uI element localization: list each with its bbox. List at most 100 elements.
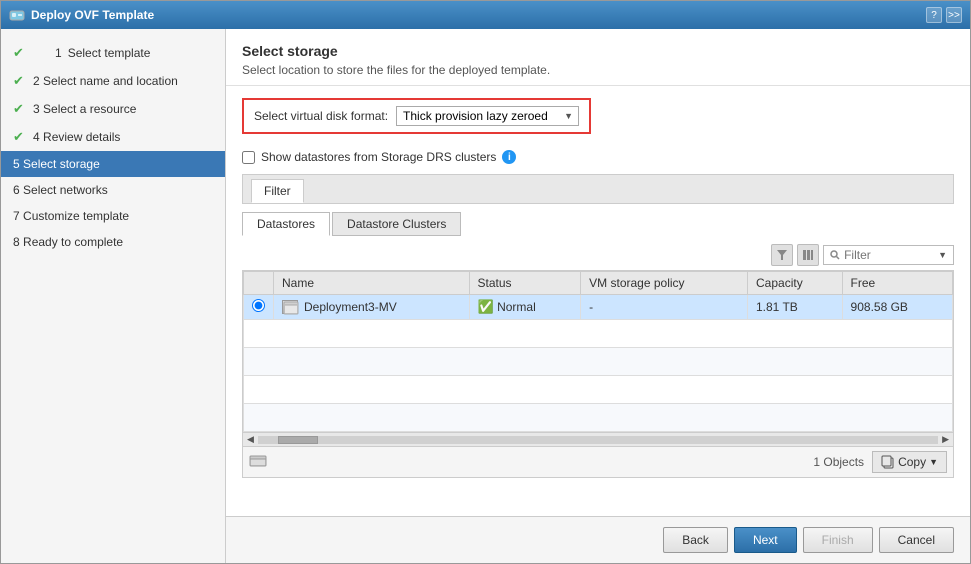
title-bar-controls: ? >>	[926, 7, 962, 23]
copy-btn-label: Copy	[898, 455, 926, 469]
funnel-icon	[776, 249, 788, 261]
disk-format-section: Select virtual disk format: Thin provisi…	[242, 98, 954, 142]
show-datastores-row: Show datastores from Storage DRS cluster…	[242, 150, 954, 164]
row-status-text: Normal	[497, 300, 536, 314]
row-radio-input[interactable]	[252, 299, 265, 312]
table-row-empty2	[244, 348, 953, 376]
main-body: Select virtual disk format: Thin provisi…	[226, 86, 970, 516]
next-button[interactable]: Next	[734, 527, 797, 553]
datastore-tabs: Datastores Datastore Clusters	[242, 212, 954, 236]
table-row[interactable]: Deployment3-MV ✅ Normal - 1.81 TB 908.58…	[244, 295, 953, 320]
search-icon	[830, 250, 840, 260]
sidebar-label-step4: 4 Review details	[33, 130, 120, 144]
scroll-track[interactable]	[258, 436, 938, 444]
filter-input[interactable]	[844, 248, 934, 262]
sidebar-item-step7[interactable]: 7 Customize template	[1, 203, 225, 229]
check-icon-step1: ✔	[13, 45, 27, 61]
disk-format-select-wrapper[interactable]: Thin provision Thick provision lazy zero…	[396, 106, 579, 126]
check-icon-step4: ✔	[13, 129, 27, 145]
col-name[interactable]: Name	[274, 272, 470, 295]
sidebar-item-step4[interactable]: ✔ 4 Review details	[1, 123, 225, 151]
sidebar: ✔ 1 Select template ✔ 2 Select name and …	[1, 29, 226, 563]
cancel-button[interactable]: Cancel	[879, 527, 954, 553]
ovf-icon	[9, 7, 25, 23]
sidebar-item-step8[interactable]: 8 Ready to complete	[1, 229, 225, 255]
window-title: Deploy OVF Template	[31, 8, 154, 22]
sidebar-label-step5: 5 Select storage	[13, 157, 100, 171]
footer-left	[249, 454, 267, 471]
row-capacity: 1.81 TB	[748, 295, 843, 320]
row-name-text: Deployment3-MV	[304, 300, 397, 314]
col-status[interactable]: Status	[469, 272, 581, 295]
disk-format-row: Select virtual disk format: Thin provisi…	[242, 98, 591, 134]
disk-format-select[interactable]: Thin provision Thick provision lazy zero…	[396, 106, 579, 126]
copy-button[interactable]: Copy ▼	[872, 451, 947, 473]
table-scroll-area[interactable]: Name Status VM storage policy Capacity F…	[242, 270, 954, 433]
show-datastores-checkbox[interactable]	[242, 151, 255, 164]
row-free: 908.58 GB	[842, 295, 952, 320]
row-radio[interactable]	[244, 295, 274, 320]
col-free[interactable]: Free	[842, 272, 952, 295]
finish-button[interactable]: Finish	[803, 527, 873, 553]
footer-right: 1 Objects Copy ▼	[813, 451, 947, 473]
filter-dropdown-arrow[interactable]: ▼	[938, 250, 947, 260]
help-button[interactable]: ?	[926, 7, 942, 23]
tab-datastores[interactable]: Datastores	[242, 212, 330, 236]
scroll-right-arrow[interactable]: ▶	[938, 434, 953, 445]
title-bar-left: Deploy OVF Template	[9, 7, 154, 23]
table-row-empty4	[244, 404, 953, 432]
filter-tab-bar: Filter	[242, 174, 954, 204]
check-icon-step3: ✔	[13, 101, 27, 117]
sidebar-item-step3[interactable]: ✔ 3 Select a resource	[1, 95, 225, 123]
footer-ds-icon	[249, 454, 267, 468]
footer: Back Next Finish Cancel	[226, 516, 970, 563]
table-row-empty1	[244, 320, 953, 348]
col-select	[244, 272, 274, 295]
sidebar-label-step3: 3 Select a resource	[33, 102, 136, 116]
toolbar-filter-icon[interactable]	[771, 244, 793, 266]
title-bar: Deploy OVF Template ? >>	[1, 1, 970, 29]
row-status: ✅ Normal	[469, 295, 581, 320]
table-footer: 1 Objects Copy ▼	[242, 447, 954, 478]
show-datastores-label: Show datastores from Storage DRS cluster…	[261, 150, 496, 164]
table-horiz-scroll[interactable]: ◀ ▶	[242, 433, 954, 447]
ds-file-icon	[283, 301, 299, 315]
copy-dropdown-arrow[interactable]: ▼	[929, 457, 938, 467]
row-vm-storage-policy: -	[581, 295, 748, 320]
expand-button[interactable]: >>	[946, 7, 962, 23]
main-panel: Select storage Select location to store …	[226, 29, 970, 563]
check-icon-step2: ✔	[13, 73, 27, 89]
table-row-empty3	[244, 376, 953, 404]
status-icon: ✅	[478, 299, 494, 314]
col-capacity[interactable]: Capacity	[748, 272, 843, 295]
filter-input-wrapper: ▼	[823, 245, 954, 265]
sidebar-item-step2[interactable]: ✔ 2 Select name and location	[1, 67, 225, 95]
sidebar-label-step2: 2 Select name and location	[33, 74, 178, 88]
sidebar-label-step8: 8 Ready to complete	[13, 235, 123, 249]
scroll-handle[interactable]	[278, 436, 318, 444]
sidebar-label-step1-text: Select template	[68, 46, 151, 60]
sidebar-item-step6[interactable]: 6 Select networks	[1, 177, 225, 203]
filter-tab[interactable]: Filter	[251, 179, 304, 203]
col-vm-storage-policy[interactable]: VM storage policy	[581, 272, 748, 295]
main-subtitle: Select location to store the files for t…	[242, 63, 954, 77]
main-title: Select storage	[242, 43, 954, 59]
objects-count: 1 Objects	[813, 455, 864, 469]
sidebar-item-step5[interactable]: 5 Select storage	[1, 151, 225, 177]
deploy-ovf-window: Deploy OVF Template ? >> ✔ 1 Select temp…	[0, 0, 971, 564]
storage-table: Name Status VM storage policy Capacity F…	[243, 271, 953, 432]
info-icon: i	[502, 150, 516, 164]
sidebar-label-step6: 6 Select networks	[13, 183, 108, 197]
tab-datastore-clusters[interactable]: Datastore Clusters	[332, 212, 461, 236]
name-cell: Deployment3-MV	[282, 300, 461, 314]
sidebar-label-step1: 1	[55, 46, 62, 60]
table-toolbar: ▼	[242, 244, 954, 266]
datastore-icon	[282, 300, 298, 314]
back-button[interactable]: Back	[663, 527, 728, 553]
copy-icon	[881, 455, 895, 469]
scroll-left-arrow[interactable]: ◀	[243, 434, 258, 445]
sidebar-label-step7: 7 Customize template	[13, 209, 129, 223]
sidebar-item-step1[interactable]: ✔ 1 Select template	[1, 39, 225, 67]
columns-icon	[802, 249, 814, 261]
toolbar-columns-icon[interactable]	[797, 244, 819, 266]
